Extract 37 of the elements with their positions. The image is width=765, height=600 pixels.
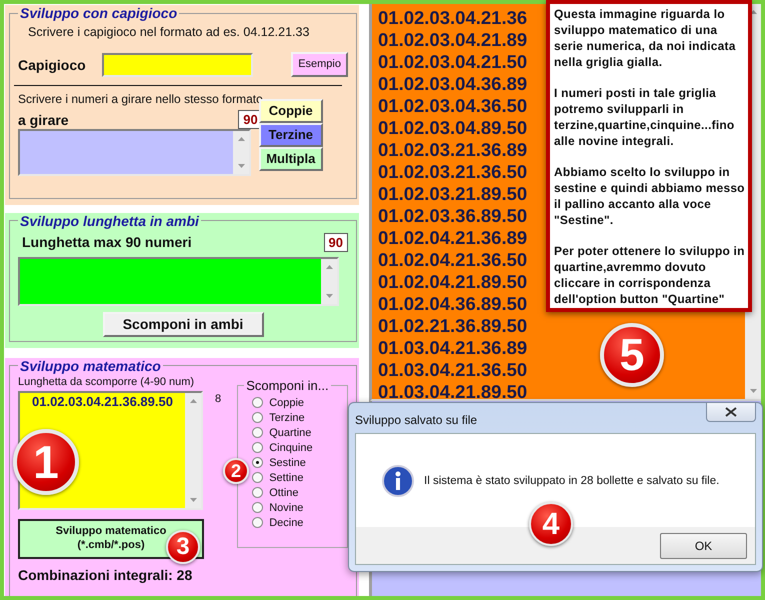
combination-row: 01.02.03.21.36.50 [378, 161, 528, 183]
combination-row: 01.02.03.04.36.50 [378, 95, 528, 117]
result-text: Combinazioni integrali: 28 [18, 566, 194, 583]
combination-row: 01.02.03.04.89.50 [378, 117, 528, 139]
note-paragraph: Abbiamo scelto lo sviluppo in sestine e quindi abbiamo messo il pallino accanto alla voce "Sestine". [554, 164, 746, 228]
combination-row: 01.02.04.21.89.50 [378, 271, 528, 293]
field-label: Capigioco [18, 56, 86, 72]
combination-row: 01.02.04.36.89.50 [378, 293, 528, 315]
combination-row: 01.02.03.04.21.50 [378, 51, 528, 73]
instruction-text: Scrivere i capigioco nel formato ad es. 04.12.21.33 [28, 25, 310, 39]
note-paragraph: I numeri posti in tale griglia potremo svilupparli in terzine,quartine,cinquine...fino alle novine integrali. [554, 85, 736, 149]
count-text: 8 [215, 392, 222, 405]
count-display: 90 [324, 232, 348, 252]
series-value: 01.02.03.04.21.36.89.50 [32, 394, 173, 410]
section-title: Sviluppo matematico [19, 358, 162, 374]
combination-row: 01.02.04.21.36.50 [378, 249, 528, 271]
section-title: Sviluppo lunghetta in ambi [19, 212, 200, 229]
combination-row: 01.03.04.21.36.89 [378, 337, 528, 359]
dialog-message: Il sistema è stato sviluppato in 28 bollette e salvato su file. [424, 474, 720, 486]
section-title: Sviluppo con capigioco [19, 5, 178, 21]
dialog-title: Sviluppo salvato su file [355, 413, 478, 427]
field-label: Lunghetta da scomporre (4-90 num) [18, 376, 196, 388]
note-paragraph: Per poter ottenere lo sviluppo in quartine,avremmo dovuto cliccare in corrispondenza dell'option button "Quartine" [554, 243, 746, 307]
combination-row: 01.02.03.21.89.50 [378, 183, 528, 205]
combination-row: 01.02.21.36.89.50 [378, 315, 528, 337]
combination-row: 01.02.03.04.21.36 [378, 7, 528, 29]
combination-row: 01.02.03.36.89.50 [378, 205, 528, 227]
combination-row: 01.02.03.21.36.89 [378, 139, 528, 161]
combination-row: 01.02.04.21.36.89 [378, 227, 528, 249]
group-title: Scomponi in... [245, 378, 330, 393]
field-label: Lunghetta max 90 numeri [22, 234, 192, 250]
combination-row: 01.02.03.04.36.89 [378, 73, 528, 95]
combination-row: 01.02.03.04.21.89 [378, 29, 528, 51]
field-label: a girare [18, 112, 69, 128]
note-paragraph: Questa immagine riguarda lo sviluppo matematico di una serie numerica, da noi indicata nella griglia gialla. [554, 6, 737, 70]
combination-row: 01.03.04.21.36.50 [378, 359, 528, 381]
combination-row: 01.03.04.21.89.50 [378, 381, 528, 403]
